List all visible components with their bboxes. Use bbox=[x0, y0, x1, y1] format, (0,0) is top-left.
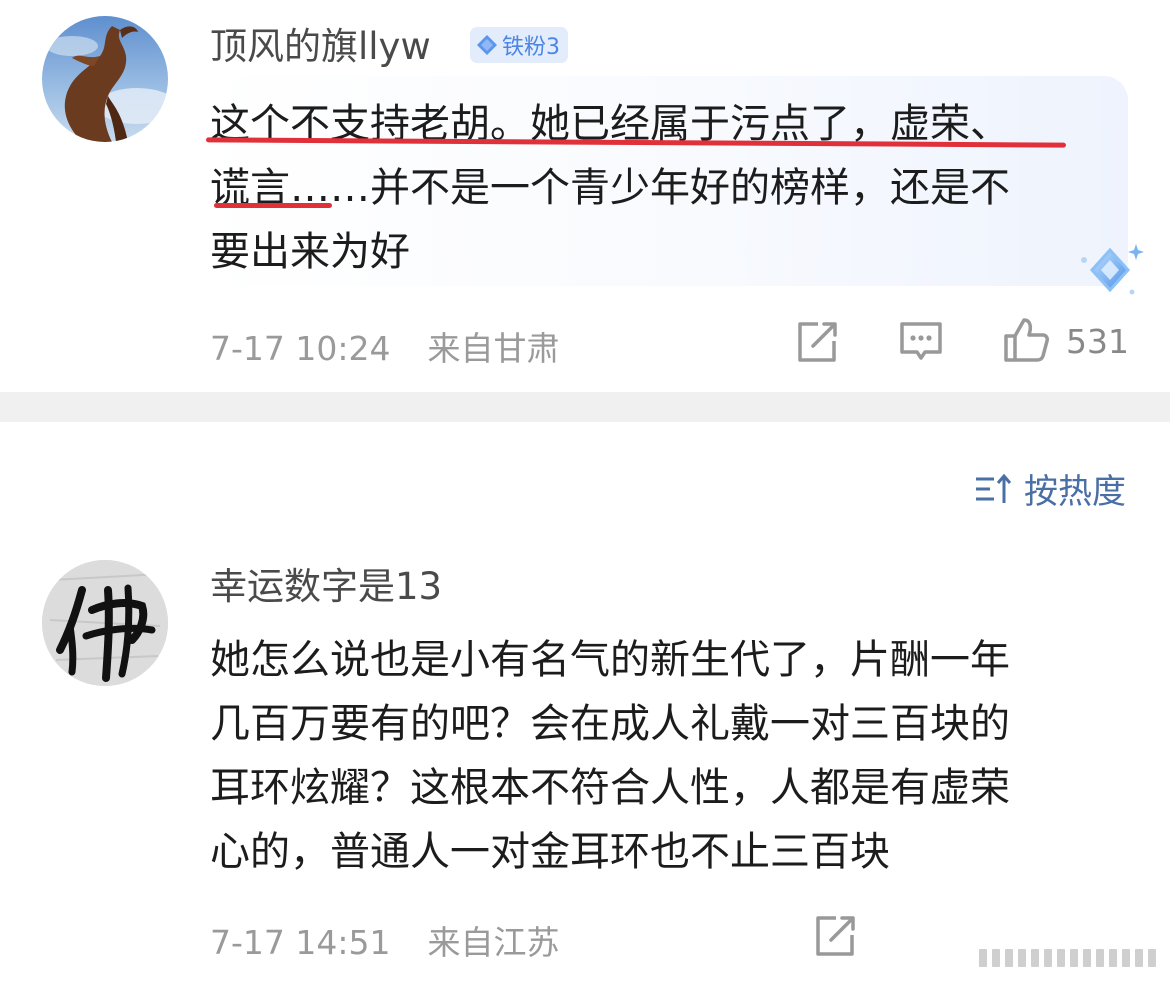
comment-line: 谎言……并不是一个青少年好的榜样，还是不 bbox=[210, 165, 1010, 211]
comment-icon[interactable] bbox=[898, 319, 944, 365]
share-icon[interactable] bbox=[794, 319, 840, 365]
comment-meta: 7-17 10:24 来自甘肃 bbox=[210, 322, 560, 370]
comment-text: 这个不支持老胡。她已经属于污点了，虚荣、 谎言……并不是一个青少年好的榜样，还是… bbox=[210, 92, 1010, 284]
comment-location: 来自江苏 bbox=[427, 923, 560, 962]
sort-label: 按热度 bbox=[1024, 472, 1126, 512]
badge-label: 铁粉3 bbox=[502, 35, 560, 60]
avatar[interactable] bbox=[42, 16, 168, 142]
fan-badge[interactable]: 铁粉3 bbox=[470, 27, 568, 63]
username[interactable]: 顶风的旗llyw bbox=[210, 28, 431, 65]
diamond-icon bbox=[477, 35, 497, 55]
comment-line: 她怎么说也是小有名气的新生代了，片酬一年 bbox=[210, 637, 1010, 683]
comment-line: 要出来为好 bbox=[210, 229, 410, 275]
comment-line: 耳环炫耀？这根本不符合人性，人都是有虚荣 bbox=[210, 765, 1010, 811]
comment-time: 7-17 14:51 bbox=[210, 923, 391, 962]
share-icon[interactable] bbox=[812, 913, 858, 959]
diamond-sparkle-icon bbox=[1081, 244, 1144, 295]
comment-item: 幸运数字是13 她怎么说也是小有名气的新生代了，片酬一年 几百万要有的吧？会在成… bbox=[0, 540, 1170, 981]
comment-text: 她怎么说也是小有名气的新生代了，片酬一年 几百万要有的吧？会在成人礼戴一对三百块… bbox=[210, 628, 1010, 884]
comment-line: 几百万要有的吧？会在成人礼戴一对三百块的 bbox=[210, 701, 1010, 747]
avatar[interactable] bbox=[42, 560, 168, 686]
red-underline-annotation bbox=[214, 203, 332, 208]
comment-line: 心的，普通人一对金耳环也不止三百块 bbox=[210, 829, 890, 875]
like-count: 531 bbox=[1066, 322, 1129, 361]
watermark bbox=[979, 949, 1156, 967]
comment-time: 7-17 10:24 bbox=[210, 329, 391, 368]
comment-location: 来自甘肃 bbox=[427, 329, 560, 368]
section-divider bbox=[0, 392, 1170, 422]
username[interactable]: 幸运数字是13 bbox=[210, 568, 442, 605]
comment-item: 顶风的旗llyw 铁粉3 这个不支持老胡。她已经属于污点了，虚荣、 谎言……并不… bbox=[0, 0, 1170, 392]
sort-icon bbox=[976, 473, 1012, 503]
thumbs-up-icon[interactable] bbox=[1002, 316, 1050, 364]
comment-meta: 7-17 14:51 来自江苏 bbox=[210, 916, 560, 964]
sort-by-hot-button[interactable]: 按热度 bbox=[974, 464, 1126, 513]
